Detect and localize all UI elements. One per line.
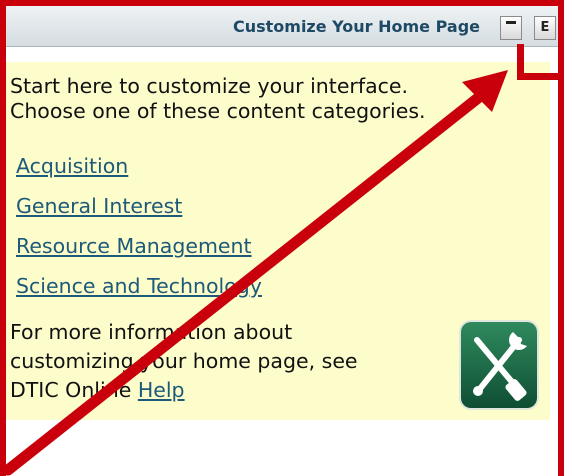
annotation-highlight-box (517, 44, 561, 80)
annotation-arrow (2, 70, 508, 476)
